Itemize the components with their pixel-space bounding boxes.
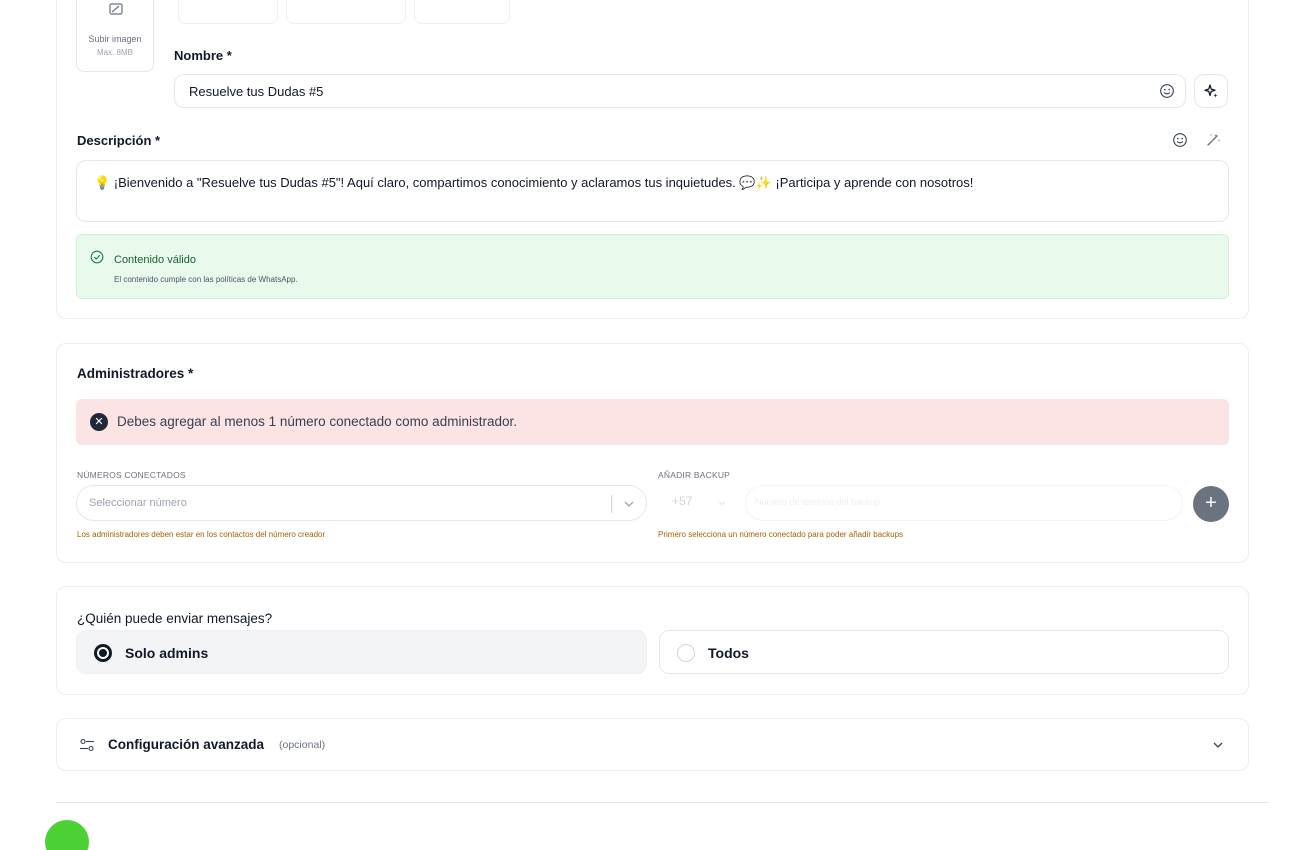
select-separator bbox=[611, 495, 612, 513]
chip[interactable] bbox=[414, 0, 510, 24]
country-code-select[interactable]: +57 bbox=[672, 494, 692, 508]
description-label: Descripción * bbox=[77, 133, 161, 148]
radio-label: Todos bbox=[708, 645, 749, 661]
name-input[interactable]: Resuelve tus Dudas #5 bbox=[174, 74, 1186, 108]
image-upload[interactable]: Subir imagen Max. 8MB bbox=[76, 0, 154, 72]
emoji-icon[interactable] bbox=[1172, 132, 1188, 148]
radio-label: Solo admins bbox=[125, 645, 209, 661]
admins-label: Administradores * bbox=[77, 366, 194, 381]
check-circle-icon bbox=[90, 250, 104, 264]
send-permissions-label: ¿Quién puede enviar mensajes? bbox=[77, 611, 273, 626]
ai-generate-name-button[interactable] bbox=[1194, 74, 1228, 108]
sparkles-icon bbox=[1204, 84, 1218, 98]
backup-phone-placeholder: Número de teléfono del backup bbox=[755, 497, 881, 507]
image-icon bbox=[109, 3, 123, 15]
select-placeholder: Seleccionar número bbox=[89, 497, 187, 509]
chevron-down-icon[interactable] bbox=[1211, 738, 1225, 752]
backup-hint: Primero selecciona un número conectado p… bbox=[658, 530, 904, 539]
radio-unselected-icon bbox=[677, 644, 695, 662]
chevron-down-icon bbox=[624, 501, 634, 507]
advanced-settings-title: Configuración avanzada bbox=[108, 737, 265, 752]
valid-subtitle: El contenido cumple con las políticas de… bbox=[114, 275, 298, 284]
cutoff-chips-row bbox=[178, 0, 518, 30]
upload-label: Subir imagen bbox=[88, 34, 142, 44]
admins-error-banner: ✕ Debes agregar al menos 1 número conect… bbox=[76, 399, 1229, 445]
connected-number-select[interactable]: Seleccionar número bbox=[76, 485, 647, 521]
content-valid-banner: Contenido válido El contenido cumple con… bbox=[76, 234, 1229, 299]
advanced-settings-optional: (opcional) bbox=[279, 739, 326, 751]
connected-numbers-label: NÚMEROS CONECTADOS bbox=[77, 470, 186, 480]
footer-divider bbox=[56, 802, 1269, 803]
sliders-icon bbox=[80, 738, 94, 752]
magic-wand-icon[interactable] bbox=[1205, 132, 1221, 148]
radio-selected-icon bbox=[94, 644, 112, 662]
radio-option-solo-admins[interactable]: Solo admins bbox=[76, 630, 647, 674]
description-textarea[interactable]: 💡 ¡Bienvenido a "Resuelve tus Dudas #5"!… bbox=[76, 160, 1229, 222]
upload-max-size: Max. 8MB bbox=[96, 48, 133, 57]
valid-title: Contenido válido bbox=[114, 254, 196, 266]
chevron-down-icon bbox=[718, 501, 726, 506]
close-circle-icon: ✕ bbox=[90, 413, 108, 431]
add-backup-button[interactable]: + bbox=[1193, 486, 1229, 522]
chip[interactable] bbox=[178, 0, 278, 24]
backup-label: AÑADIR BACKUP bbox=[658, 470, 731, 480]
radio-option-todos[interactable]: Todos bbox=[659, 630, 1229, 674]
chip[interactable] bbox=[286, 0, 406, 24]
brand-logo bbox=[45, 820, 89, 850]
admins-error-text: Debes agregar al menos 1 número conectad… bbox=[117, 414, 517, 429]
connected-numbers-hint: Los administradores deben estar en los c… bbox=[77, 530, 326, 539]
name-label: Nombre * bbox=[174, 48, 232, 63]
emoji-icon[interactable] bbox=[1159, 83, 1175, 99]
